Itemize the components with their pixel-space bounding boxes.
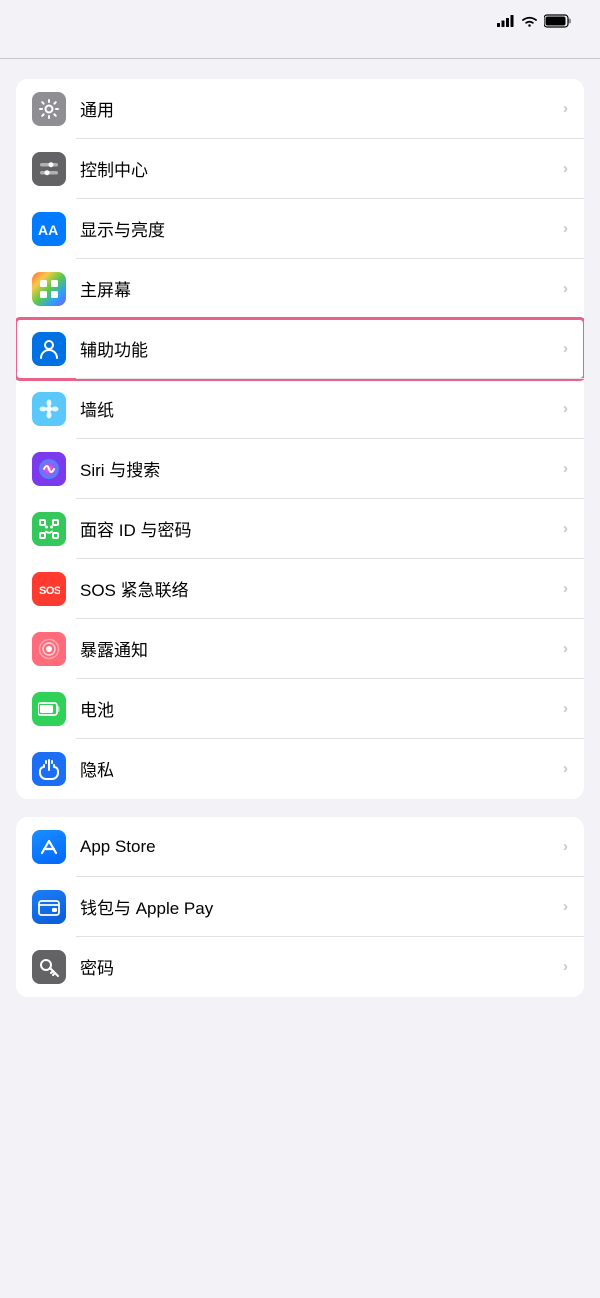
icon-exposure [32, 632, 66, 666]
label-general: 通用 [80, 96, 563, 121]
settings-row-accessibility[interactable]: 辅助功能› [16, 319, 584, 379]
chevron-control-center: › [563, 160, 568, 177]
icon-appstore [32, 830, 66, 864]
settings-row-wallet[interactable]: 钱包与 Apple Pay› [16, 877, 584, 937]
settings-row-privacy[interactable]: 隐私› [16, 739, 584, 799]
battery-icon [32, 692, 66, 726]
settings-row-wallpaper[interactable]: 墙纸› [16, 379, 584, 439]
settings-row-display[interactable]: AA 显示与亮度› [16, 199, 584, 259]
wifi-icon [521, 15, 538, 28]
icon-passwords [32, 950, 66, 984]
dots-icon [32, 632, 66, 666]
label-appstore: App Store [80, 837, 563, 857]
main-section: 通用› 控制中心› AA 显示与亮度› 主屏幕› 辅助功能› 墙纸› [16, 79, 584, 799]
icon-wallet [32, 890, 66, 924]
flower-icon [32, 392, 66, 426]
icon-wallpaper [32, 392, 66, 426]
icon-general [32, 92, 66, 126]
settings-row-control-center[interactable]: 控制中心› [16, 139, 584, 199]
chevron-wallpaper: › [563, 400, 568, 417]
icon-siri [32, 452, 66, 486]
settings-row-sos[interactable]: SOS SOS 紧急联络› [16, 559, 584, 619]
switches-icon [32, 152, 66, 186]
svg-text:SOS: SOS [39, 585, 60, 597]
gear-icon [32, 92, 66, 126]
chevron-privacy: › [563, 760, 568, 777]
label-accessibility: 辅助功能 [80, 336, 563, 361]
settings-row-appstore[interactable]: App Store› [16, 817, 584, 877]
siri-icon [32, 452, 66, 486]
icon-sos: SOS [32, 572, 66, 606]
settings-row-general[interactable]: 通用› [16, 79, 584, 139]
sos-icon: SOS [32, 572, 66, 606]
settings-row-passwords[interactable]: 密码› [16, 937, 584, 997]
chevron-accessibility: › [563, 340, 568, 357]
label-home-screen: 主屏幕 [80, 276, 563, 301]
chevron-appstore: › [563, 838, 568, 855]
chevron-wallet: › [563, 898, 568, 915]
label-exposure: 暴露通知 [80, 636, 563, 661]
status-icons [497, 14, 572, 28]
battery-icon [544, 14, 572, 28]
icon-home-screen [32, 272, 66, 306]
icon-display: AA [32, 212, 66, 246]
icon-privacy [32, 752, 66, 786]
settings-row-home-screen[interactable]: 主屏幕› [16, 259, 584, 319]
top-divider [0, 58, 600, 59]
hand-icon [32, 752, 66, 786]
settings-row-faceid[interactable]: 面容 ID 与密码› [16, 499, 584, 559]
icon-battery [32, 692, 66, 726]
settings-row-siri[interactable]: Siri 与搜索› [16, 439, 584, 499]
chevron-home-screen: › [563, 280, 568, 297]
chevron-display: › [563, 220, 568, 237]
chevron-sos: › [563, 580, 568, 597]
label-passwords: 密码 [80, 954, 563, 979]
icon-accessibility [32, 332, 66, 366]
person-icon [32, 332, 66, 366]
wallet-icon [32, 890, 66, 924]
icon-faceid [32, 512, 66, 546]
chevron-exposure: › [563, 640, 568, 657]
icon-control-center [32, 152, 66, 186]
page-title [0, 36, 600, 58]
face-icon [32, 512, 66, 546]
chevron-faceid: › [563, 520, 568, 537]
label-control-center: 控制中心 [80, 156, 563, 181]
settings-row-exposure[interactable]: 暴露通知› [16, 619, 584, 679]
chevron-general: › [563, 100, 568, 117]
label-privacy: 隐私 [80, 756, 563, 781]
key-icon [32, 950, 66, 984]
chevron-battery: › [563, 700, 568, 717]
aa-icon: AA [32, 212, 66, 246]
signal-icon [497, 15, 515, 27]
appstore-icon [32, 830, 66, 864]
store-section: App Store› 钱包与 Apple Pay› 密码› [16, 817, 584, 997]
settings-row-battery[interactable]: 电池› [16, 679, 584, 739]
status-bar [0, 0, 600, 36]
label-battery: 电池 [80, 696, 563, 721]
label-siri: Siri 与搜索 [80, 456, 563, 481]
label-wallet: 钱包与 Apple Pay [80, 894, 563, 919]
label-sos: SOS 紧急联络 [80, 576, 563, 601]
chevron-passwords: › [563, 958, 568, 975]
label-faceid: 面容 ID 与密码 [80, 516, 563, 541]
label-wallpaper: 墙纸 [80, 396, 563, 421]
svg-text:AA: AA [38, 222, 58, 238]
label-display: 显示与亮度 [80, 216, 563, 241]
chevron-siri: › [563, 460, 568, 477]
grid-icon [32, 272, 66, 306]
